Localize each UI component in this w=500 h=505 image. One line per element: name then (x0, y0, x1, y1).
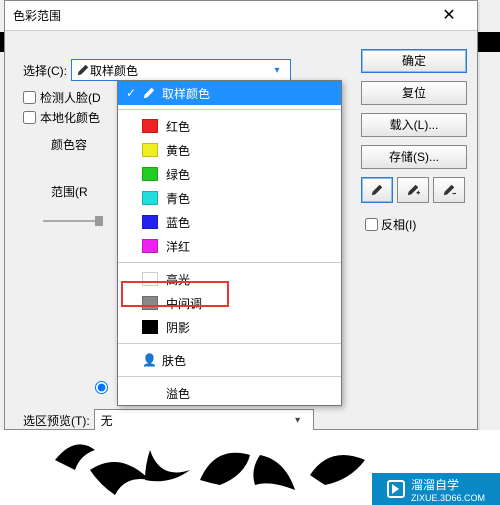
dropdown-item-oob[interactable]: 溢色 (118, 381, 341, 405)
logo-brand: 溜溜自学 (411, 476, 485, 493)
select-label: 选择(C): (23, 62, 67, 79)
eyedropper-group (361, 177, 467, 203)
select-combobox[interactable]: 取样颜色 ▾ (71, 59, 291, 81)
right-buttons: 确定 复位 载入(L)... 存储(S)... (361, 49, 467, 234)
preview-label: 选区预览(T): (23, 412, 90, 429)
dropdown-label: 溢色 (166, 385, 190, 402)
dialog-title: 色彩范围 (13, 7, 429, 24)
dropdown-label: 洋红 (166, 238, 190, 255)
dropdown-item-color[interactable]: 洋红 (118, 234, 341, 258)
dropdown-label: 绿色 (166, 166, 190, 183)
chevron-down-icon: ▾ (289, 415, 307, 426)
left-options: 检测人脸(D 本地化颜色 颜色容 范围(R (23, 86, 123, 222)
preview-value: 无 (101, 412, 289, 429)
invert-label: 反相(I) (381, 216, 416, 233)
select-dropdown: ✓ 取样颜色 红色黄色绿色青色蓝色洋红 高光中间调阴影 👤 肤色 溢色 (117, 80, 342, 406)
logo-url: ZIXUE.3D66.COM (411, 493, 485, 503)
eyedropper-icon (142, 86, 156, 100)
chevron-down-icon: ▾ (268, 65, 286, 76)
color-swatch (142, 215, 158, 229)
dropdown-item-color[interactable]: 青色 (118, 186, 341, 210)
color-swatch (142, 296, 158, 310)
dropdown-label: 肤色 (162, 352, 186, 369)
dropdown-label: 蓝色 (166, 214, 190, 231)
color-swatch (142, 239, 158, 253)
dropdown-item-color[interactable]: 蓝色 (118, 210, 341, 234)
preview-combobox[interactable]: 无 ▾ (94, 409, 314, 431)
load-button[interactable]: 载入(L)... (361, 113, 467, 137)
app-background: 色彩范围 ✕ 选择(C): 取样颜色 ▾ 检测人脸(D 本地化颜色 (0, 0, 500, 505)
save-button[interactable]: 存储(S)... (361, 145, 467, 169)
close-icon[interactable]: ✕ (429, 1, 469, 31)
person-icon: 👤 (142, 353, 156, 367)
dropdown-item-color[interactable]: 黄色 (118, 138, 341, 162)
color-swatch (142, 320, 158, 334)
preview-radio-input[interactable] (95, 381, 108, 394)
dropdown-item-tone[interactable]: 中间调 (118, 291, 341, 315)
range-label: 范围(R (51, 183, 123, 200)
dialog-titlebar: 色彩范围 ✕ (5, 1, 477, 31)
eyedropper-icon (76, 63, 90, 77)
color-swatch (142, 191, 158, 205)
color-swatch (142, 167, 158, 181)
dropdown-label: 高光 (166, 271, 190, 288)
dropdown-separator (118, 376, 341, 377)
select-value: 取样颜色 (90, 62, 268, 79)
color-swatch (142, 143, 158, 157)
fuzziness-label: 颜色容 (51, 136, 123, 153)
dropdown-label: 红色 (166, 118, 190, 135)
eyedropper-button[interactable] (361, 177, 393, 203)
dropdown-item-tone[interactable]: 阴影 (118, 315, 341, 339)
eyedropper-subtract-button[interactable] (433, 177, 465, 203)
localized-input[interactable] (23, 111, 36, 124)
color-swatch (142, 272, 158, 286)
detect-faces-input[interactable] (23, 91, 36, 104)
play-icon (387, 480, 405, 498)
dropdown-label: 青色 (166, 190, 190, 207)
range-slider[interactable] (43, 220, 103, 222)
ok-button[interactable]: 确定 (361, 49, 467, 73)
eyedropper-plus-icon (406, 183, 420, 197)
color-swatch (142, 119, 158, 133)
detect-faces-checkbox[interactable]: 检测人脸(D (23, 89, 123, 106)
dropdown-separator (118, 343, 341, 344)
watermark-logo: 溜溜自学 ZIXUE.3D66.COM (372, 473, 500, 505)
check-icon: ✓ (126, 86, 142, 100)
dropdown-label: 黄色 (166, 142, 190, 159)
dropdown-separator (118, 262, 341, 263)
cancel-button[interactable]: 复位 (361, 81, 467, 105)
invert-input[interactable] (365, 218, 378, 231)
dropdown-label: 中间调 (166, 295, 202, 312)
eyedropper-icon (370, 183, 384, 197)
localized-label: 本地化颜色 (40, 109, 100, 126)
dropdown-item-color[interactable]: 绿色 (118, 162, 341, 186)
dropdown-item-tone[interactable]: 高光 (118, 267, 341, 291)
preview-row: 选区预览(T): 无 ▾ (23, 409, 314, 431)
dropdown-item-sampled[interactable]: ✓ 取样颜色 (118, 81, 341, 105)
dropdown-item-color[interactable]: 红色 (118, 114, 341, 138)
detect-faces-label: 检测人脸(D (40, 89, 101, 106)
dropdown-item-skin[interactable]: 👤 肤色 (118, 348, 341, 372)
dropdown-label: 取样颜色 (162, 85, 210, 102)
invert-checkbox[interactable]: 反相(I) (361, 215, 467, 234)
eyedropper-add-button[interactable] (397, 177, 429, 203)
dropdown-separator (118, 109, 341, 110)
localized-checkbox[interactable]: 本地化颜色 (23, 109, 123, 126)
select-row: 选择(C): 取样颜色 ▾ (23, 59, 291, 81)
dropdown-label: 阴影 (166, 319, 190, 336)
preview-radio[interactable] (95, 381, 112, 394)
eyedropper-minus-icon (442, 183, 456, 197)
